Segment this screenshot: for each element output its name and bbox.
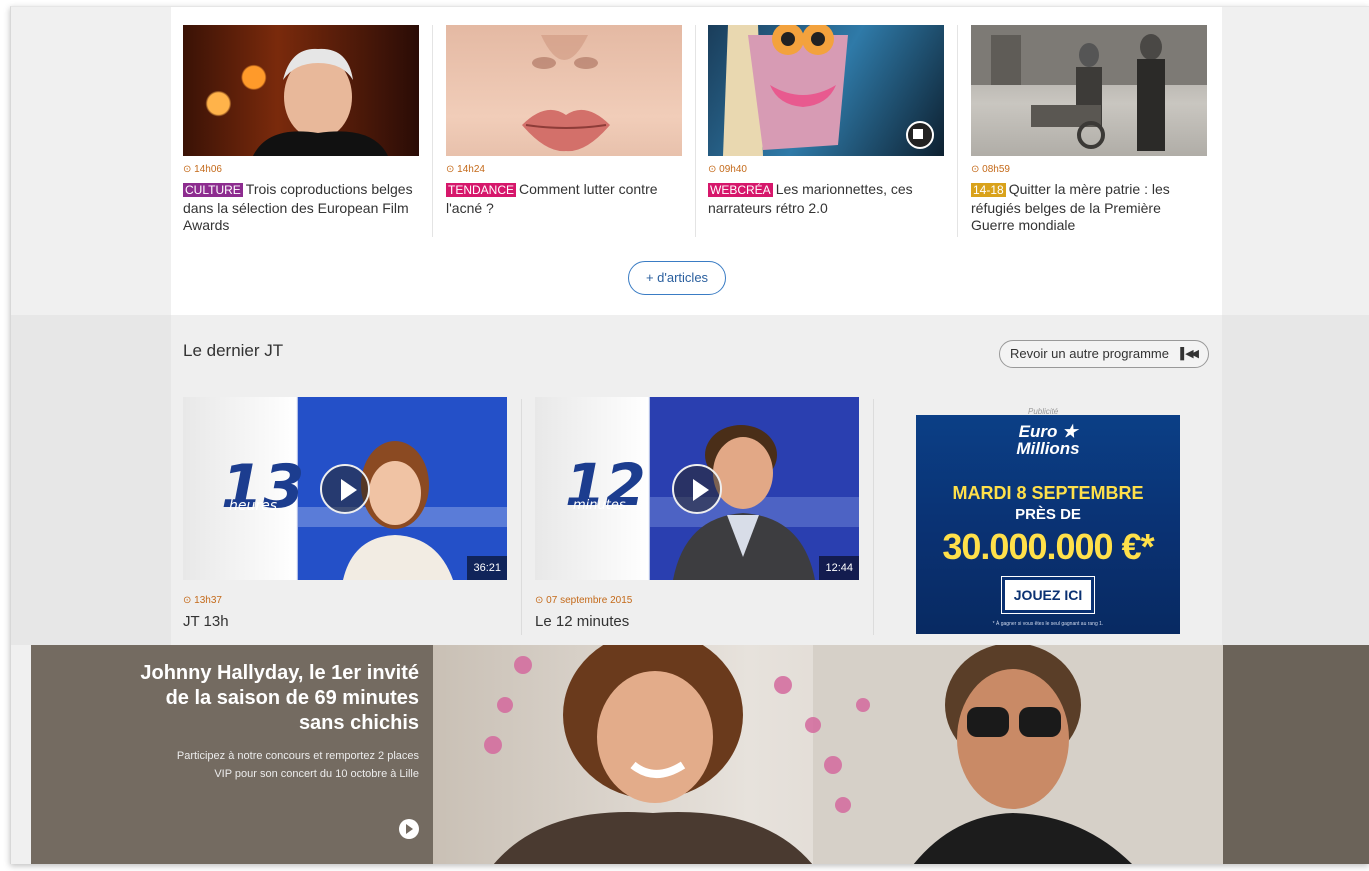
revoir-programme-button[interactable]: Revoir un autre programme ▌◀◀ xyxy=(999,340,1209,368)
article-card[interactable]: ⊙ 08h59 14-18 Quitter la mère patrie : le… xyxy=(959,25,1221,241)
guests-image xyxy=(484,645,1223,864)
article-card[interactable]: ⊙ 09h40 WEBCRÉA Les marionnettes, ces nar… xyxy=(696,25,958,241)
article-time: ⊙ 14h06 xyxy=(183,164,222,175)
video-title[interactable]: JT 13h xyxy=(183,613,229,630)
article-title[interactable]: 14-18 Quitter la mère patrie : les réfugi… xyxy=(971,181,1203,235)
article-card[interactable]: ⊙ 14h06 CULTURE Trois coproductions belge… xyxy=(171,25,433,241)
promo-banner[interactable]: Johnny Hallyday, le 1er invité de la sai… xyxy=(31,645,1369,864)
video-card[interactable]: 13 heures 36:21 ⊙ 13h37 JT 13h xyxy=(183,397,507,637)
skip-back-icon: ▌◀◀ xyxy=(1180,348,1199,360)
article-title[interactable]: TENDANCE Comment lutter contre l'acné ? xyxy=(446,181,678,217)
ad-cta-button[interactable]: JOUEZ ICI xyxy=(1001,576,1095,614)
euromillions-ad[interactable]: Euro ★ Millions MARDI 8 SEPTEMBRE PRÈS DE… xyxy=(916,415,1180,634)
promo-subtext: Participez à notre concours et remportez… xyxy=(176,750,419,780)
logo-word: heures xyxy=(229,498,277,514)
category-tag[interactable]: WEBCRÉA xyxy=(708,183,773,197)
page-frame: ⊙ 14h06 CULTURE Trois coproductions belge… xyxy=(10,6,1369,864)
lips-image xyxy=(522,35,610,152)
ad-fine-print: * À gagner si vous êtes le seul gagnant … xyxy=(992,621,1104,627)
video-thumbnail[interactable]: 13 heures 36:21 xyxy=(183,397,507,580)
ad-amount: 30.000.000 €* xyxy=(942,526,1154,567)
category-tag[interactable]: TENDANCE xyxy=(446,183,517,197)
promo-text-panel: Johnny Hallyday, le 1er invité de la sai… xyxy=(31,645,433,864)
play-button[interactable] xyxy=(672,464,722,514)
play-button[interactable] xyxy=(320,464,370,514)
article-thumbnail[interactable] xyxy=(446,25,682,156)
article-thumbnail[interactable] xyxy=(708,25,944,156)
divider xyxy=(873,399,874,635)
portrait-image xyxy=(253,48,388,156)
more-articles-button[interactable]: + d'articles xyxy=(628,261,726,295)
article-time: ⊙ 08h59 xyxy=(971,164,1010,175)
article-card[interactable]: ⊙ 14h24 TENDANCE Comment lutter contre l'… xyxy=(434,25,696,241)
category-tag[interactable]: CULTURE xyxy=(183,183,243,197)
video-duration: 12:44 xyxy=(819,556,859,580)
divider xyxy=(957,25,958,237)
section-title: Le dernier JT xyxy=(183,341,284,360)
divider xyxy=(432,25,433,237)
article-time: ⊙ 14h24 xyxy=(446,164,485,175)
article-title[interactable]: WEBCRÉA Les marionnettes, ces narrateurs … xyxy=(708,181,940,217)
ad-date: MARDI 8 SEPTEMBRE xyxy=(952,483,1144,503)
category-tag[interactable]: 14-18 xyxy=(971,183,1006,197)
article-thumbnail[interactable] xyxy=(183,25,419,156)
revoir-label: Revoir un autre programme xyxy=(1010,346,1169,361)
article-thumbnail[interactable] xyxy=(971,25,1207,156)
puppet-image xyxy=(723,25,934,156)
video-duration: 36:21 xyxy=(467,556,507,580)
article-title[interactable]: CULTURE Trois coproductions belges dans l… xyxy=(183,181,415,235)
video-thumbnail[interactable]: 12 minutes 12:44 xyxy=(535,397,859,580)
promo-headline[interactable]: Johnny Hallyday, le 1er invité de la sai… xyxy=(119,661,419,736)
historical-photo-image xyxy=(971,25,1207,151)
video-card[interactable]: 12 minutes 12:44 ⊙ 07 septembre 2015 Le … xyxy=(535,397,859,637)
arrow-right-icon[interactable] xyxy=(399,819,419,839)
video-time: ⊙ 13h37 xyxy=(183,595,222,606)
divider xyxy=(521,399,522,635)
logo-word: minutes xyxy=(573,498,626,513)
ad-brand: Euro ★ Millions xyxy=(1016,422,1080,458)
ad-pres: PRÈS DE xyxy=(1015,506,1081,523)
article-time: ⊙ 09h40 xyxy=(708,164,747,175)
video-title[interactable]: Le 12 minutes xyxy=(535,613,629,630)
video-time: ⊙ 07 septembre 2015 xyxy=(535,595,633,606)
promo-photo[interactable] xyxy=(433,645,1223,864)
